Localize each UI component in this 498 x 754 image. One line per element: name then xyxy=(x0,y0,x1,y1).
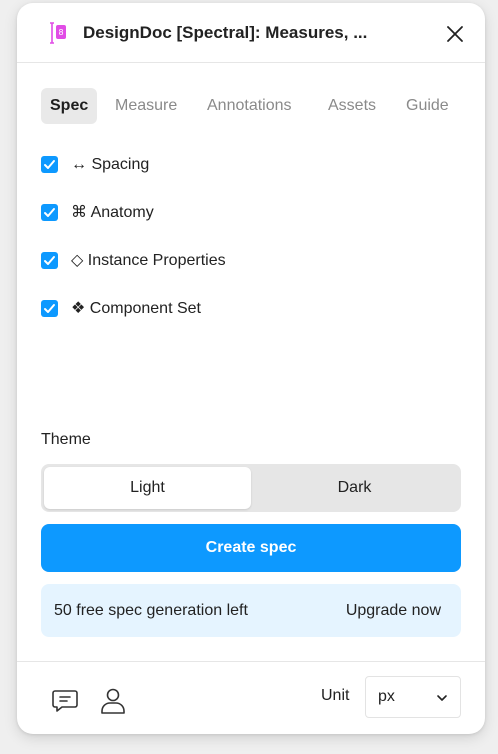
checkbox-instance-properties[interactable] xyxy=(41,252,58,269)
unit-value: px xyxy=(378,688,395,705)
option-label: ◇ Instance Properties xyxy=(71,252,226,269)
close-icon[interactable] xyxy=(445,24,465,44)
upgrade-now-link[interactable]: Upgrade now xyxy=(346,584,441,637)
theme-toggle: Light Dark xyxy=(41,464,461,512)
window-title: DesignDoc [Spectral]: Measures, ... xyxy=(83,23,368,42)
checkbox-component-set[interactable] xyxy=(41,300,58,317)
theme-light-option[interactable]: Light xyxy=(44,467,251,509)
chat-icon[interactable] xyxy=(51,686,79,714)
tab-assets[interactable]: Assets xyxy=(328,88,376,124)
usage-notice: 50 free spec generation left Upgrade now xyxy=(41,584,461,637)
plugin-panel: 8 DesignDoc [Spectral]: Measures, ... Sp… xyxy=(17,3,485,734)
checkbox-anatomy[interactable] xyxy=(41,204,58,221)
tab-guide[interactable]: Guide xyxy=(406,88,449,124)
option-label: ⌘ Anatomy xyxy=(71,204,154,221)
unit-select[interactable]: px xyxy=(365,676,461,718)
footer: Unit px xyxy=(17,661,485,734)
chevron-down-icon xyxy=(436,691,448,703)
tab-measure[interactable]: Measure xyxy=(115,88,177,124)
theme-label: Theme xyxy=(41,431,91,448)
header: 8 DesignDoc [Spectral]: Measures, ... xyxy=(17,3,485,63)
tab-bar: Spec Measure Annotations Assets Guide xyxy=(41,88,471,124)
option-label: ↔ Spacing xyxy=(71,156,150,173)
plugin-icon: 8 xyxy=(50,22,68,44)
checkbox-spacing[interactable] xyxy=(41,156,58,173)
notice-text: 50 free spec generation left xyxy=(54,602,248,619)
svg-text:8: 8 xyxy=(58,28,63,37)
theme-dark-option[interactable]: Dark xyxy=(251,467,458,509)
tab-annotations[interactable]: Annotations xyxy=(207,88,292,124)
tab-spec[interactable]: Spec xyxy=(41,88,98,124)
option-label: ❖ Component Set xyxy=(71,300,201,317)
user-icon[interactable] xyxy=(99,686,127,714)
create-spec-button[interactable]: Create spec xyxy=(41,524,461,572)
unit-label: Unit xyxy=(321,687,350,704)
